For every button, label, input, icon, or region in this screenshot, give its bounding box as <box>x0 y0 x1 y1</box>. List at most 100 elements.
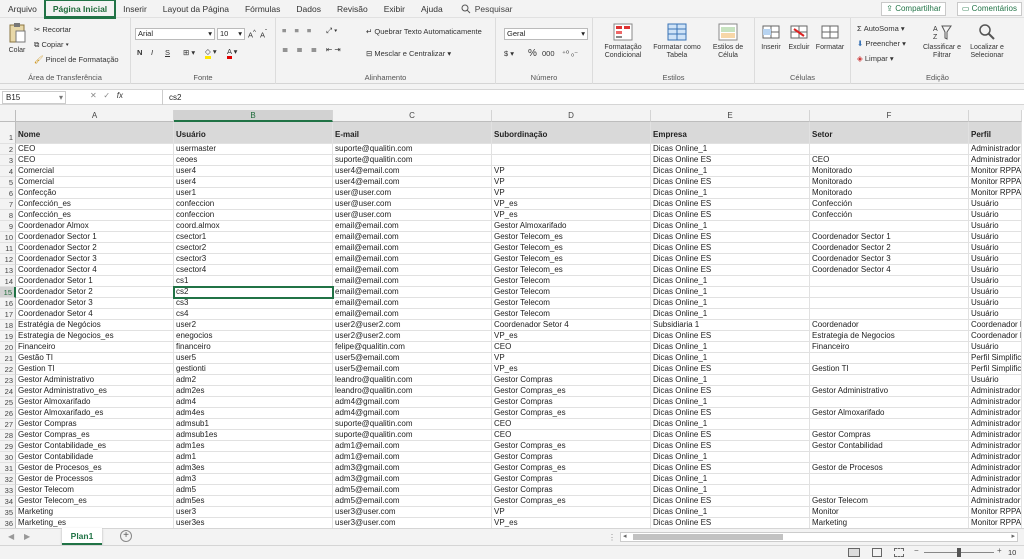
table-cell[interactable]: suporte@qualitin.com <box>333 144 492 155</box>
table-cell[interactable]: Confecção <box>16 188 174 199</box>
table-cell[interactable]: Dicas Online_1 <box>651 507 810 518</box>
table-cell[interactable]: Dicas Online ES <box>651 430 810 441</box>
header-cell[interactable]: Subordinação <box>492 122 651 144</box>
table-cell[interactable]: VP <box>492 353 651 364</box>
row-header[interactable]: 3 <box>0 155 16 166</box>
table-cell[interactable]: Dicas Online ES <box>651 232 810 243</box>
table-cell[interactable]: Dicas Online_1 <box>651 166 810 177</box>
comments-button[interactable]: ▭ Comentários <box>956 2 1022 16</box>
table-cell[interactable]: Monitor RPPA <box>969 177 1022 188</box>
table-cell[interactable]: Coordenador Sector 3 <box>810 254 969 265</box>
table-cell[interactable]: Dicas Online ES <box>651 155 810 166</box>
table-cell[interactable]: adm5@email.com <box>333 485 492 496</box>
table-cell[interactable]: user4 <box>174 177 333 188</box>
zoom-out-icon[interactable]: − <box>914 546 919 555</box>
table-cell[interactable]: Coordenador Setor 4 <box>492 320 651 331</box>
table-cell[interactable]: adm5 <box>174 485 333 496</box>
table-cell[interactable]: Usuário <box>969 210 1022 221</box>
row-header[interactable]: 14 <box>0 276 16 287</box>
table-cell[interactable]: Comercial <box>16 177 174 188</box>
table-cell[interactable]: Dicas Online_1 <box>651 375 810 386</box>
paste-button[interactable]: Colar <box>4 22 30 55</box>
fx-icon[interactable]: fx <box>117 91 123 100</box>
row-header[interactable]: 1 <box>0 122 16 144</box>
table-cell[interactable]: Dicas Online ES <box>651 265 810 276</box>
italic-button[interactable]: I <box>151 48 153 57</box>
header-cell[interactable]: Perfil <box>969 122 1022 144</box>
table-cell[interactable]: Gestor Compras_es <box>492 463 651 474</box>
table-cell[interactable]: Administrador <box>969 397 1022 408</box>
scroll-right-arrow-icon[interactable]: ▸ <box>1011 532 1015 540</box>
table-cell[interactable]: Marketing_es <box>16 518 174 528</box>
table-cell[interactable]: Dicas Online_1 <box>651 397 810 408</box>
table-cell[interactable]: confeccion <box>174 210 333 221</box>
table-cell[interactable]: email@email.com <box>333 276 492 287</box>
table-cell[interactable]: Dicas Online ES <box>651 518 810 528</box>
table-cell[interactable]: Gestor Telecom_es <box>492 265 651 276</box>
table-cell[interactable]: adm2es <box>174 386 333 397</box>
table-cell[interactable] <box>492 155 651 166</box>
table-cell[interactable]: Coordenador Sector 2 <box>810 243 969 254</box>
header-cell[interactable]: Empresa <box>651 122 810 144</box>
shrink-font-button[interactable]: Aˇ <box>260 29 267 40</box>
table-cell[interactable]: Gestor Compras <box>492 452 651 463</box>
normal-view-icon[interactable] <box>848 548 860 557</box>
row-header[interactable]: 27 <box>0 419 16 430</box>
table-cell[interactable]: Usuário <box>969 287 1022 298</box>
table-cell[interactable] <box>810 474 969 485</box>
table-cell[interactable]: Usuário <box>969 309 1022 320</box>
table-cell[interactable]: Dicas Online ES <box>651 243 810 254</box>
tab-exibir[interactable]: Exibir <box>376 0 413 18</box>
scroll-left-icon[interactable]: ◀ <box>8 532 14 541</box>
row-header[interactable]: 21 <box>0 353 16 364</box>
table-cell[interactable]: Gestor Administrativo <box>810 386 969 397</box>
table-cell[interactable]: email@email.com <box>333 298 492 309</box>
table-cell[interactable]: Coordenador Sector 2 <box>16 243 174 254</box>
number-format-select[interactable]: Geral ▾ <box>504 28 588 40</box>
table-cell[interactable]: adm5@email.com <box>333 496 492 507</box>
row-header[interactable]: 20 <box>0 342 16 353</box>
format-cells-button[interactable]: Formatar <box>813 23 847 52</box>
table-cell[interactable]: user1 <box>174 188 333 199</box>
table-cell[interactable]: adm3@gmail.com <box>333 474 492 485</box>
table-cell[interactable]: confeccion <box>174 199 333 210</box>
table-cell[interactable]: Estrategia de Negocios <box>810 331 969 342</box>
delete-cells-button[interactable]: Excluir <box>785 23 813 52</box>
sheet-tab-plan1[interactable]: Plan1 <box>62 528 102 545</box>
table-cell[interactable]: VP <box>492 507 651 518</box>
table-cell[interactable]: Coordenador Sector 3 <box>16 254 174 265</box>
table-cell[interactable]: Gestor Contabilidade_es <box>16 441 174 452</box>
table-cell[interactable]: usermaster <box>174 144 333 155</box>
search-box[interactable]: Pesquisar <box>461 4 513 14</box>
table-cell[interactable]: user@user.com <box>333 210 492 221</box>
table-cell[interactable]: Confección <box>810 210 969 221</box>
table-cell[interactable]: Marketing <box>16 507 174 518</box>
fill-button[interactable]: ⬇ Preencher ▾ <box>857 39 906 48</box>
table-cell[interactable]: Dicas Online ES <box>651 408 810 419</box>
table-cell[interactable]: user5@email.com <box>333 353 492 364</box>
table-cell[interactable]: email@email.com <box>333 287 492 298</box>
table-cell[interactable]: Coordenador R <box>969 320 1022 331</box>
table-cell[interactable]: Dicas Online ES <box>651 199 810 210</box>
table-cell[interactable]: cs2 <box>173 286 334 299</box>
table-cell[interactable]: Gestor de Processos <box>16 474 174 485</box>
table-cell[interactable]: user2@user2.com <box>333 331 492 342</box>
spreadsheet-grid[interactable]: A B C D E F 1 Nome Usuário E-mail Subordinação Empr… <box>0 110 1024 528</box>
table-cell[interactable]: Administrador <box>969 452 1022 463</box>
table-cell[interactable] <box>810 298 969 309</box>
table-cell[interactable]: Administrador <box>969 408 1022 419</box>
table-cell[interactable]: Subsidiaria 1 <box>651 320 810 331</box>
table-cell[interactable]: Gestor Contabilidad <box>810 441 969 452</box>
row-header[interactable]: 13 <box>0 265 16 276</box>
table-cell[interactable]: VP_es <box>492 210 651 221</box>
font-name-select[interactable]: Arial ▾ <box>135 28 215 40</box>
table-cell[interactable]: adm4 <box>174 397 333 408</box>
table-cell[interactable]: Gestor Compras_es <box>16 430 174 441</box>
table-cell[interactable]: email@email.com <box>333 243 492 254</box>
autosum-button[interactable]: Σ AutoSoma ▾ <box>857 24 905 33</box>
table-cell[interactable]: VP <box>492 188 651 199</box>
table-cell[interactable]: csector2 <box>174 243 333 254</box>
table-cell[interactable]: user@user.com <box>333 199 492 210</box>
zoom-slider-thumb[interactable] <box>957 548 961 557</box>
table-cell[interactable]: Dicas Online ES <box>651 386 810 397</box>
